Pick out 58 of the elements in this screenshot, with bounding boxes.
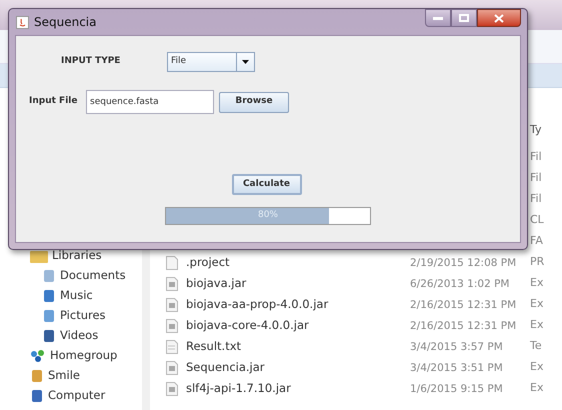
- sidebar-item[interactable]: Documents: [60, 267, 126, 285]
- file-name[interactable]: biojava.jar: [186, 274, 246, 292]
- sidebar-item[interactable]: Pictures: [60, 307, 106, 325]
- file-type: CL: [530, 212, 544, 228]
- file-name[interactable]: slf4j-api-1.7.10.jar: [186, 380, 291, 398]
- file-date: 3/4/2015 3:57 PM: [410, 340, 503, 353]
- archive-file-icon: [166, 318, 178, 332]
- file-type: Fil: [530, 149, 542, 166]
- archive-file-icon: [166, 298, 178, 312]
- file-name[interactable]: Result.txt: [186, 338, 242, 356]
- maximize-button[interactable]: [451, 9, 477, 27]
- file-type: Fil: [530, 170, 542, 186]
- column-header[interactable]: Ty: [530, 122, 542, 138]
- sidebar-item[interactable]: Homegroup: [50, 347, 118, 365]
- file-type: Te: [530, 338, 542, 354]
- archive-file-icon: [166, 276, 178, 290]
- input-type-dropdown[interactable]: File: [167, 52, 255, 72]
- file-name[interactable]: biojava-aa-prop-4.0.0.jar: [186, 296, 328, 314]
- close-button[interactable]: [477, 9, 521, 27]
- text-file-icon: [166, 340, 178, 354]
- minimize-button[interactable]: [425, 9, 451, 27]
- file-type: Ex: [530, 317, 544, 334]
- archive-file-icon: [166, 360, 178, 374]
- file-type: FA: [530, 233, 543, 250]
- file-name[interactable]: .project: [186, 254, 230, 272]
- input-file-field[interactable]: sequence.fasta: [86, 90, 214, 114]
- file-date: 1/6/2015 9:15 PM: [410, 382, 503, 395]
- file-type: Fil: [530, 191, 542, 208]
- archive-file-icon: [166, 382, 178, 396]
- input-type-label: INPUT TYPE: [61, 55, 122, 68]
- sidebar-item[interactable]: Libraries: [52, 247, 102, 265]
- file-type: Ex: [530, 359, 544, 376]
- file-date: 3/4/2015 3:51 PM: [410, 362, 503, 374]
- file-name[interactable]: biojava-core-4.0.0.jar: [186, 316, 309, 334]
- file-date: 2/16/2015 12:31 PM: [410, 320, 516, 332]
- browse-button[interactable]: Browse: [219, 92, 289, 112]
- file-type: Ex: [530, 380, 544, 396]
- file-type: Ex: [530, 296, 544, 312]
- sidebar-item[interactable]: Computer: [48, 387, 106, 405]
- file-date: 6/26/2013 1:02 PM: [410, 278, 510, 290]
- minimize-icon: [433, 16, 443, 20]
- people-icon: [30, 349, 46, 363]
- sidebar-item[interactable]: Videos: [60, 327, 98, 345]
- close-icon: [494, 14, 504, 22]
- file-date: 2/16/2015 12:31 PM: [410, 298, 516, 311]
- file-type: PR: [530, 254, 544, 270]
- maximize-icon: [459, 14, 469, 22]
- file-type: Ex: [530, 275, 544, 292]
- calculate-button[interactable]: Calculate: [232, 174, 302, 195]
- sidebar-item[interactable]: Music: [60, 287, 93, 305]
- sidebar-item[interactable]: Smile: [48, 367, 80, 385]
- file-name[interactable]: Sequencia.jar: [186, 358, 265, 376]
- input-file-label: Input File: [29, 95, 78, 108]
- window-title: Sequencia: [34, 14, 96, 31]
- progress-reading: 80%: [256, 209, 279, 222]
- blank-file-icon: [166, 256, 178, 270]
- file-date: 2/19/2015 12:08 PM: [410, 256, 516, 269]
- folder-icon: [30, 249, 48, 263]
